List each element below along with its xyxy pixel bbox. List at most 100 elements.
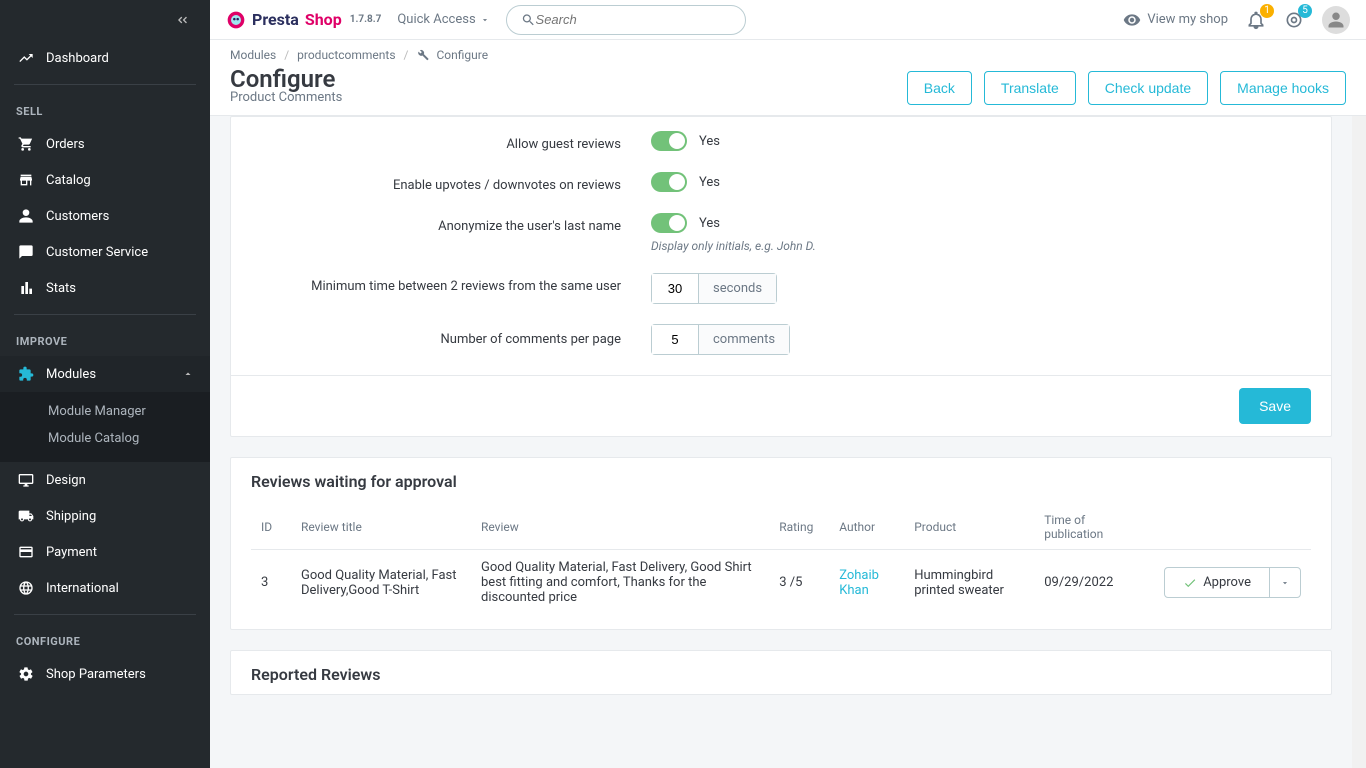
reported-heading: Reported Reviews xyxy=(231,651,1331,694)
wrench-icon xyxy=(417,49,429,61)
toggle-value: Yes xyxy=(699,134,720,149)
sidebar-subitem-module-catalog[interactable]: Module Catalog xyxy=(48,425,210,452)
sidebar-subitem-module-manager[interactable]: Module Manager xyxy=(48,398,210,425)
sidebar-section-improve: IMPROVE xyxy=(0,323,210,356)
reported-panel: Reported Reviews xyxy=(230,650,1332,695)
search-icon xyxy=(521,12,536,28)
check-update-button[interactable]: Check update xyxy=(1088,71,1208,105)
version-label: 1.7.8.7 xyxy=(350,14,382,25)
toggle-anonymize[interactable] xyxy=(651,213,687,233)
person-icon xyxy=(16,208,36,224)
sidebar-submenu-modules: Module Manager Module Catalog xyxy=(0,392,210,462)
approve-split-button: Approve xyxy=(1164,567,1301,598)
caret-down-icon xyxy=(480,15,490,25)
cell-author-link[interactable]: Zohaib Khan xyxy=(839,568,879,598)
notifications-button[interactable]: 1 xyxy=(1246,10,1266,30)
sidebar-collapse[interactable] xyxy=(0,0,210,40)
cell-review: Good Quality Material, Fast Delivery, Go… xyxy=(471,550,769,616)
quick-access-dropdown[interactable]: Quick Access xyxy=(397,12,489,27)
storefront-icon xyxy=(16,172,36,188)
approve-caret[interactable] xyxy=(1269,568,1300,597)
approve-label: Approve xyxy=(1203,575,1251,590)
pending-panel: Reviews waiting for approval ID Review t… xyxy=(230,457,1332,630)
scrollbar[interactable] xyxy=(1352,116,1366,768)
label-min-time: Minimum time between 2 reviews from the … xyxy=(251,273,651,294)
cell-time: 09/29/2022 xyxy=(1034,550,1154,616)
main: PrestaShop 1.7.8.7 Quick Access View my … xyxy=(210,0,1366,768)
debug-button[interactable]: 5 xyxy=(1284,10,1304,30)
prestashop-icon xyxy=(226,10,246,30)
topbar: PrestaShop 1.7.8.7 Quick Access View my … xyxy=(210,0,1366,40)
label-enable-votes: Enable upvotes / downvotes on reviews xyxy=(251,172,651,193)
truck-icon xyxy=(16,508,36,524)
col-id: ID xyxy=(251,505,291,550)
quick-access-label: Quick Access xyxy=(397,12,475,27)
approve-button[interactable]: Approve xyxy=(1165,568,1269,597)
sidebar-item-shipping[interactable]: Shipping xyxy=(0,498,210,534)
sidebar-item-label: Orders xyxy=(46,137,85,152)
caret-down-icon xyxy=(1280,578,1290,588)
credit-card-icon xyxy=(16,544,36,560)
toggle-allow-guest[interactable] xyxy=(651,131,687,151)
manage-hooks-button[interactable]: Manage hooks xyxy=(1220,71,1346,105)
save-button[interactable]: Save xyxy=(1239,388,1311,424)
sidebar-item-customers[interactable]: Customers xyxy=(0,198,210,234)
trending-up-icon xyxy=(16,50,36,66)
label-per-page: Number of comments per page xyxy=(251,324,651,347)
sidebar-item-label: Catalog xyxy=(46,173,91,188)
person-icon xyxy=(1327,11,1345,29)
cell-product: Hummingbird printed sweater xyxy=(904,550,1034,616)
sidebar-item-design[interactable]: Design xyxy=(0,462,210,498)
eye-icon xyxy=(1123,11,1141,29)
sidebar-item-modules[interactable]: Modules xyxy=(0,356,210,392)
cell-rating: 3 /5 xyxy=(769,550,829,616)
col-title: Review title xyxy=(291,505,471,550)
sidebar-item-stats[interactable]: Stats xyxy=(0,270,210,306)
gear-icon xyxy=(16,666,36,682)
sidebar-item-shop-parameters[interactable]: Shop Parameters xyxy=(0,656,210,692)
search-input[interactable] xyxy=(536,12,731,27)
view-shop-label: View my shop xyxy=(1147,12,1228,27)
label-allow-guest: Allow guest reviews xyxy=(251,131,651,152)
label-anonymize: Anonymize the user's last name xyxy=(251,213,651,234)
search-box[interactable] xyxy=(506,5,746,35)
sidebar-item-label: Modules xyxy=(46,367,96,382)
toggle-value: Yes xyxy=(699,216,720,231)
input-min-time[interactable] xyxy=(651,273,699,304)
breadcrumb: Modules / productcomments / Configure xyxy=(230,48,1346,66)
back-button[interactable]: Back xyxy=(907,71,972,105)
page-header: Modules / productcomments / Configure Co… xyxy=(210,40,1366,116)
ring-badge: 5 xyxy=(1298,4,1312,18)
chat-icon xyxy=(16,244,36,260)
translate-button[interactable]: Translate xyxy=(984,71,1076,105)
puzzle-icon xyxy=(16,366,36,382)
sidebar-item-catalog[interactable]: Catalog xyxy=(0,162,210,198)
sidebar-item-dashboard[interactable]: Dashboard xyxy=(0,40,210,76)
cell-title: Good Quality Material, Fast Delivery,Goo… xyxy=(291,550,471,616)
sidebar-item-label: Customer Service xyxy=(46,245,148,260)
input-per-page[interactable] xyxy=(651,324,699,355)
anonymize-hint: Display only initials, e.g. John D. xyxy=(651,239,816,253)
sidebar-item-label: Dashboard xyxy=(46,51,109,66)
sidebar-item-label: International xyxy=(46,581,119,596)
breadcrumb-productcomments[interactable]: productcomments xyxy=(297,48,395,62)
settings-panel: Allow guest reviews Yes Enable upvotes /… xyxy=(230,116,1332,437)
sidebar-item-payment[interactable]: Payment xyxy=(0,534,210,570)
cart-icon xyxy=(16,136,36,152)
sidebar: Dashboard SELL Orders Catalog Customers … xyxy=(0,0,210,768)
sidebar-item-international[interactable]: International xyxy=(0,570,210,606)
logo[interactable]: PrestaShop 1.7.8.7 xyxy=(226,10,381,30)
view-shop-link[interactable]: View my shop xyxy=(1123,11,1228,29)
chevron-double-left-icon xyxy=(174,12,190,28)
page-subtitle: Product Comments xyxy=(230,90,342,105)
cell-id: 3 xyxy=(251,550,291,616)
sidebar-item-customer-service[interactable]: Customer Service xyxy=(0,234,210,270)
avatar[interactable] xyxy=(1322,6,1350,34)
breadcrumb-modules[interactable]: Modules xyxy=(230,48,276,62)
pending-heading: Reviews waiting for approval xyxy=(231,458,1331,501)
logo-text-shop: Shop xyxy=(305,10,342,29)
sidebar-item-label: Shipping xyxy=(46,509,96,524)
sidebar-item-orders[interactable]: Orders xyxy=(0,126,210,162)
toggle-enable-votes[interactable] xyxy=(651,172,687,192)
content: Allow guest reviews Yes Enable upvotes /… xyxy=(210,116,1352,768)
